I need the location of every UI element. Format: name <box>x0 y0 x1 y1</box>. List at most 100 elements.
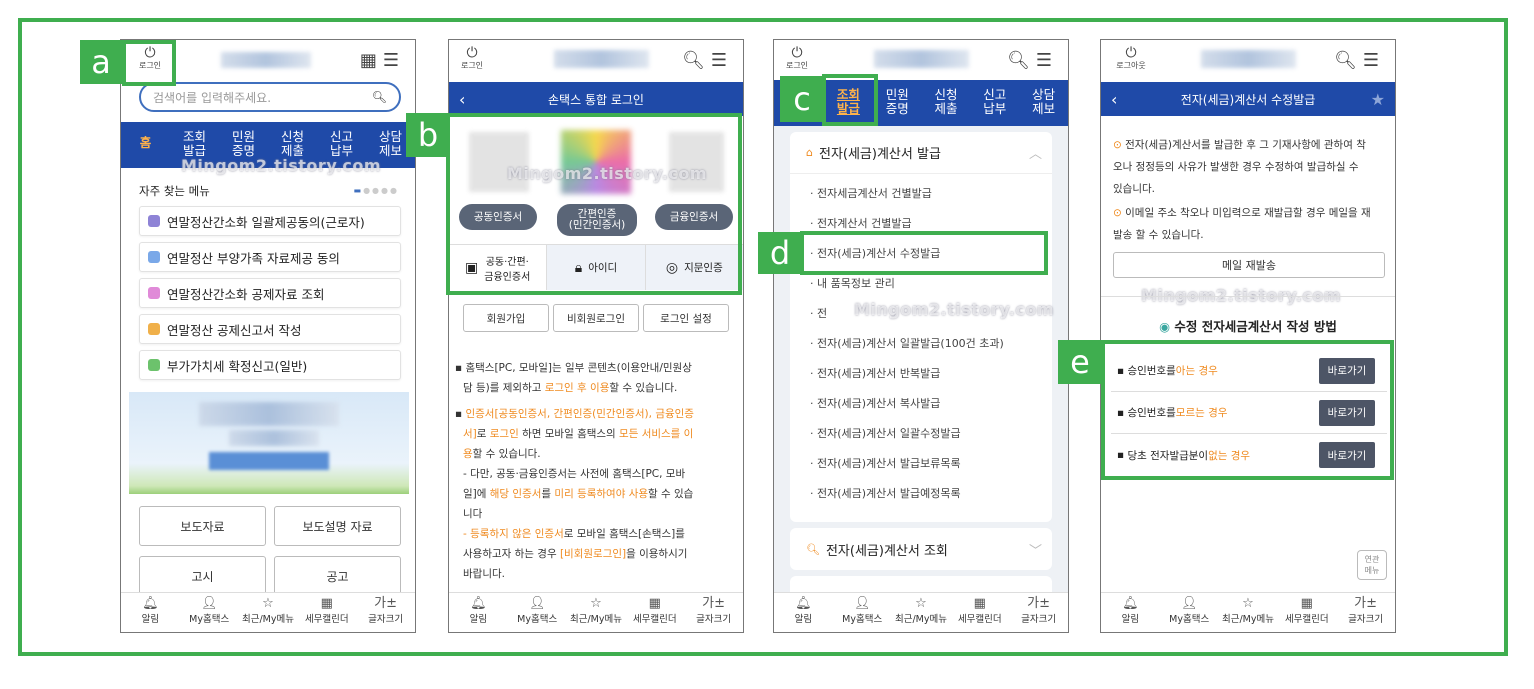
calendar-icon: ▦ <box>320 596 333 611</box>
calendar-icon: ▦ <box>973 596 986 611</box>
login-settings-button[interactable]: 로그인 설정 <box>643 304 729 332</box>
search-icon[interactable]: 🔍︎ <box>1007 50 1036 71</box>
calendar-icon: ▦ <box>648 596 661 611</box>
submenu-item[interactable]: · 전자(세금)계산서 복사발급 <box>810 395 940 411</box>
info-1: ⊙ 전자(세금)계산서를 발급한 후 그 기재사항에 관하여 착 오나 정정등의 … <box>1113 139 1366 195</box>
bottom-alarm[interactable]: 🔔︎ 알림 <box>449 593 508 632</box>
menu-icon <box>148 215 160 227</box>
search-icon[interactable]: 🔍︎ <box>1334 50 1363 71</box>
freq-menu-item[interactable]: 연말정산간소화 공제자료 조회 <box>139 278 401 308</box>
font-size-icon: 가± <box>702 596 726 611</box>
bottom-calendar[interactable]: ▦ 세무캘린더 <box>297 593 356 632</box>
submenu-item[interactable]: · 전자계산서 건별발급 <box>810 215 912 231</box>
search-input[interactable]: 검색어를 입력해주세요. 🔍︎ <box>139 82 401 112</box>
submenu-item[interactable]: · 전자(세금)계산서 반복발급 <box>810 365 940 381</box>
bottom-calendar[interactable]: ▦ 세무캘린더 <box>950 593 1009 632</box>
bottom-myhometax[interactable]: 👤︎ My홈택스 <box>508 593 567 632</box>
note-3: - 다만, 공동·금융인증서는 사전에 홈택스[PC, 모바 일]에 해당 인증서… <box>463 468 694 520</box>
bottom-myhometax[interactable]: 👤︎ My홈택스 <box>1160 593 1219 632</box>
menu-icon[interactable]: ☰ <box>383 50 405 71</box>
bottom-calendar[interactable]: ▦ 세무캘린더 <box>625 593 684 632</box>
bottom-recent[interactable]: ☆ 최근/My메뉴 <box>239 593 298 632</box>
bottom-myhometax[interactable]: 👤︎ My홈택스 <box>180 593 239 632</box>
nav-item[interactable]: 신고 납부 <box>970 80 1019 126</box>
submenu-item[interactable]: · 전자(세금)계산서 일괄발급(100건 초과) <box>810 335 1004 351</box>
house-icon: ⌂ <box>806 146 813 159</box>
page-title: 전자(세금)계산서 수정발급 <box>1180 92 1316 107</box>
qr-icon[interactable]: ▦ <box>360 50 383 71</box>
submenu-item[interactable]: · 전자(세금)계산서 일괄수정발급 <box>810 425 961 441</box>
bottom-nav: 🔔︎ 알림 👤︎ My홈택스 ☆ 최근/My메뉴 ▦ 세무캘린더 가± 글자크기 <box>121 592 415 632</box>
title-bar: ‹ 손택스 통합 로그인 <box>449 82 743 116</box>
logo-blurred <box>221 52 311 68</box>
star-icon: ☆ <box>262 596 274 611</box>
bottom-nav: 🔔︎ 알림 👤︎ My홈택스 ☆ 최근/My메뉴 ▦ 세무캘린더 가± 글자크기 <box>449 592 743 632</box>
phone-modify-issue: ⏻ 로그아웃 🔍︎☰ ‹ 전자(세금)계산서 수정발급 ★ ⊙ 전자(세금)계산서를 … <box>1100 39 1396 633</box>
section-query-header[interactable]: 🔍︎ 전자(세금)계산서 조회 ﹀ <box>790 528 1052 570</box>
bottom-fontsize[interactable]: 가± 글자크기 <box>1336 593 1395 632</box>
bottom-nav: 🔔︎ 알림 👤︎ My홈택스 ☆ 최근/My메뉴 ▦ 세무캘린더 가± 글자크기 <box>774 592 1068 632</box>
press-release-button[interactable]: 보도자료 <box>139 506 266 546</box>
info-2: ⊙ 이메일 주소 착오나 미입력으로 재발급할 경우 메일을 재 발송 할 수 있… <box>1113 207 1371 241</box>
logo-blurred <box>874 50 969 68</box>
submenu-item[interactable]: · 전 <box>810 305 827 321</box>
guest-login-button[interactable]: 비회원로그인 <box>553 304 639 332</box>
nav-item[interactable]: 민원 증명 <box>873 80 922 126</box>
nav-item[interactable]: 상담 제보 <box>1019 80 1068 126</box>
bottom-recent[interactable]: ☆ 최근/My메뉴 <box>567 593 626 632</box>
submenu-item[interactable]: · 전자(세금)계산서 발급예정목록 <box>810 485 961 501</box>
submenu-item[interactable]: · 내 품목정보 관리 <box>810 275 895 291</box>
freq-menu-item[interactable]: 연말정산 부양가족 자료제공 동의 <box>139 242 401 272</box>
notice-button[interactable]: 고시 <box>139 556 266 596</box>
login-button[interactable]: ⏻ 로그인 <box>455 46 489 71</box>
press-explain-button[interactable]: 보도설명 자료 <box>274 506 401 546</box>
bell-icon: 🔔︎ <box>470 596 487 611</box>
search-icon[interactable]: 🔍︎ <box>372 90 387 104</box>
divider <box>1101 296 1395 297</box>
bottom-calendar[interactable]: ▦ 세무캘린더 <box>1277 593 1336 632</box>
watermark: Mingom2.tistory.com <box>854 300 1054 319</box>
bottom-recent[interactable]: ☆ 최근/My메뉴 <box>892 593 951 632</box>
back-icon[interactable]: ‹ <box>1111 90 1117 109</box>
pager-dots: ▬●●●● <box>353 186 399 195</box>
search-icon[interactable]: 🔍︎ <box>682 50 711 71</box>
nav-home[interactable]: 홈 <box>121 122 170 168</box>
bottom-fontsize[interactable]: 가± 글자크기 <box>1009 593 1068 632</box>
login-notes: ▪ 홈택스[PC, 모바일]는 일부 콘텐츠(이용안내/민원상 담 등)를 제외하… <box>449 358 743 584</box>
submenu-item[interactable]: · 전자(세금)계산서 발급보류목록 <box>810 455 961 471</box>
bottom-alarm[interactable]: 🔔︎ 알림 <box>1101 593 1160 632</box>
bottom-fontsize[interactable]: 가± 글자크기 <box>684 593 743 632</box>
logout-button[interactable]: ⏻ 로그아웃 <box>1109 46 1153 71</box>
menu-icon[interactable]: ☰ <box>711 50 733 71</box>
freq-menu-item[interactable]: 연말정산간소화 일괄제공동의(근로자) <box>139 206 401 236</box>
menu-icon[interactable]: ☰ <box>1363 50 1385 71</box>
bottom-myhometax[interactable]: 👤︎ My홈택스 <box>833 593 892 632</box>
favorite-star-icon[interactable]: ★ <box>1371 90 1385 109</box>
resend-mail-button[interactable]: 메일 재발송 <box>1113 252 1385 278</box>
phone-menu: ⏻ 로그인 🔍︎☰ 조회 발급 민원 증명 신청 제출 신고 납부 상담 제보 ⌂… <box>773 39 1069 633</box>
chevron-up-icon: ︿ <box>1028 147 1042 162</box>
nav-item[interactable]: 신청 제출 <box>922 80 971 126</box>
bottom-alarm[interactable]: 🔔︎ 알림 <box>121 593 180 632</box>
announce-button[interactable]: 공고 <box>274 556 401 596</box>
menu-icon[interactable]: ☰ <box>1036 50 1058 71</box>
bottom-fontsize[interactable]: 가± 글자크기 <box>356 593 415 632</box>
signup-button[interactable]: 회원가입 <box>463 304 549 332</box>
bottom-recent[interactable]: ☆ 최근/My메뉴 <box>1219 593 1278 632</box>
back-icon[interactable]: ‹ <box>459 90 465 109</box>
freq-menu-item[interactable]: 연말정산 공제신고서 작성 <box>139 314 401 344</box>
power-icon: ⏻ <box>791 45 803 61</box>
header-icons: 🔍︎☰ <box>682 50 733 71</box>
label-a: a <box>80 40 122 84</box>
login-button[interactable]: ⏻ 로그인 <box>780 46 814 71</box>
banner[interactable] <box>129 392 409 494</box>
bottom-alarm[interactable]: 🔔︎ 알림 <box>774 593 833 632</box>
banner-blur <box>199 402 339 426</box>
freq-menu-item[interactable]: 부가가치세 확정신고(일반) <box>139 350 401 380</box>
star-icon: ☆ <box>1242 596 1254 611</box>
banner-bar <box>209 452 329 470</box>
related-menu-button[interactable]: 연관 메뉴 <box>1357 550 1387 580</box>
circle-icon: ◉ <box>1159 319 1175 334</box>
section-issue-header[interactable]: ⌂ 전자(세금)계산서 발급 ︿ <box>790 132 1052 174</box>
submenu-item[interactable]: · 전자세금계산서 건별발급 <box>810 185 932 201</box>
